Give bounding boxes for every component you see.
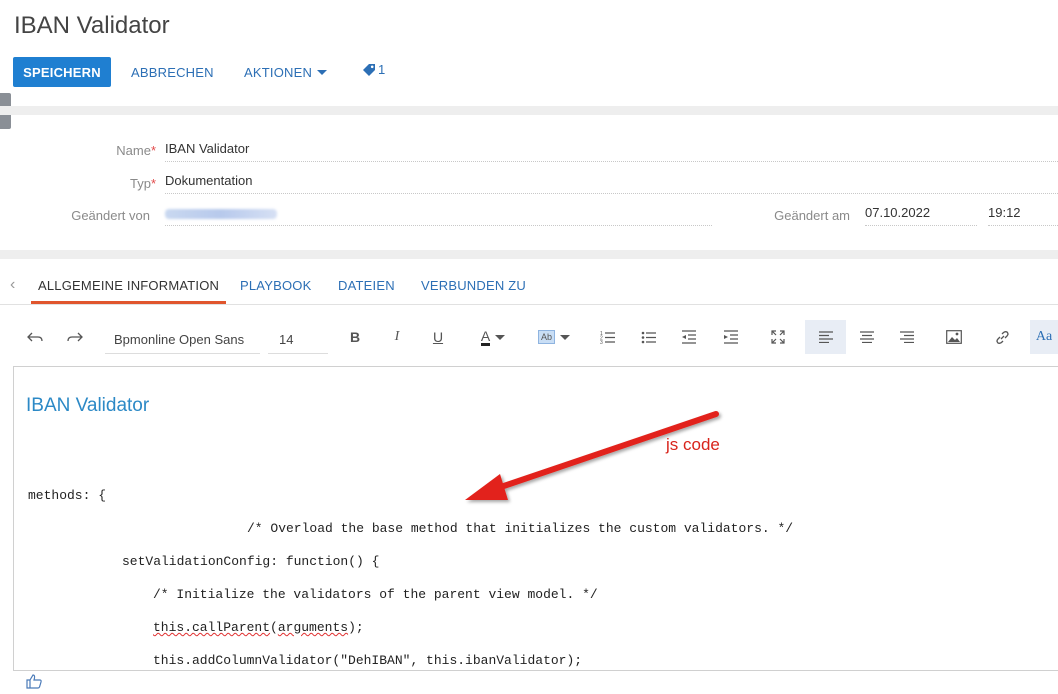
annotation-arrow bbox=[465, 411, 719, 500]
like-button[interactable] bbox=[26, 674, 42, 694]
like-icon bbox=[26, 674, 42, 689]
annotation-label: js code bbox=[666, 435, 720, 454]
